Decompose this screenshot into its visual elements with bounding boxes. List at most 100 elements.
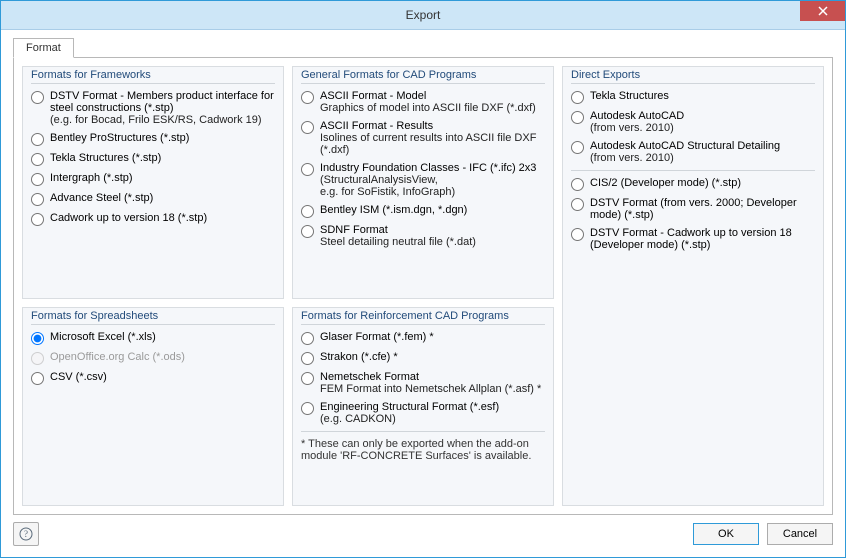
group-title-cad: General Formats for CAD Programs bbox=[301, 69, 545, 84]
radio-glaser[interactable]: Glaser Format (*.fem) * bbox=[301, 331, 545, 345]
radio-input[interactable] bbox=[571, 91, 584, 104]
radio-label: Tekla Structures (*.stp) bbox=[50, 152, 161, 164]
group-spreadsheets: Formats for Spreadsheets Microsoft Excel… bbox=[22, 307, 284, 507]
radio-dstv-2000[interactable]: DSTV Format (from vers. 2000; Developer … bbox=[571, 197, 815, 221]
radio-input[interactable] bbox=[571, 111, 584, 124]
radio-sublabel: (e.g. for Bocad, Frilo ESK/RS, Cadwork 1… bbox=[50, 114, 275, 126]
radio-label: Autodesk AutoCAD Structural Detailing bbox=[590, 140, 780, 152]
radio-sublabel: (from vers. 2010) bbox=[590, 122, 684, 134]
radio-label: Engineering Structural Format (*.esf) bbox=[320, 401, 499, 413]
radio-tekla-direct[interactable]: Tekla Structures bbox=[571, 90, 815, 104]
radio-sdnf[interactable]: SDNF Format Steel detailing neutral file… bbox=[301, 224, 545, 248]
radio-input[interactable] bbox=[31, 173, 44, 186]
radio-input[interactable] bbox=[31, 213, 44, 226]
radio-autocad-sd[interactable]: Autodesk AutoCAD Structural Detailing (f… bbox=[571, 140, 815, 164]
help-button[interactable]: ? bbox=[13, 522, 39, 546]
tab-format[interactable]: Format bbox=[13, 38, 74, 58]
cancel-button[interactable]: Cancel bbox=[767, 523, 833, 545]
radio-strakon[interactable]: Strakon (*.cfe) * bbox=[301, 351, 545, 365]
radio-label: Bentley ISM (*.ism.dgn, *.dgn) bbox=[320, 204, 467, 216]
radio-label: Bentley ProStructures (*.stp) bbox=[50, 132, 189, 144]
radio-input[interactable] bbox=[31, 153, 44, 166]
radio-cis2[interactable]: CIS/2 (Developer mode) (*.stp) bbox=[571, 177, 815, 191]
radio-input[interactable] bbox=[571, 178, 584, 191]
radio-label: ASCII Format - Results bbox=[320, 120, 545, 132]
close-button[interactable] bbox=[800, 1, 845, 21]
radio-input[interactable] bbox=[571, 228, 584, 241]
radio-label: SDNF Format bbox=[320, 224, 476, 236]
radio-label: Glaser Format (*.fem) * bbox=[320, 331, 434, 343]
radio-ascii-model[interactable]: ASCII Format - Model Graphics of model i… bbox=[301, 90, 545, 114]
group-title-direct: Direct Exports bbox=[571, 69, 815, 84]
radio-label: Autodesk AutoCAD bbox=[590, 110, 684, 122]
radio-input bbox=[31, 352, 44, 365]
radio-input[interactable] bbox=[571, 198, 584, 211]
radio-dstv-members[interactable]: DSTV Format - Members product interface … bbox=[31, 90, 275, 126]
radio-input[interactable] bbox=[301, 91, 314, 104]
group-reinforcement: Formats for Reinforcement CAD Programs G… bbox=[292, 307, 554, 507]
radio-label: DSTV Format - Members product interface … bbox=[50, 90, 275, 114]
radio-ifc[interactable]: Industry Foundation Classes - IFC (*.ifc… bbox=[301, 162, 545, 198]
window-title: Export bbox=[1, 1, 845, 29]
radio-label: DSTV Format (from vers. 2000; Developer … bbox=[590, 197, 815, 221]
radio-sublabel: (StructuralAnalysisView, e.g. for SoFist… bbox=[320, 174, 536, 198]
radio-sublabel: FEM Format into Nemetschek Allplan (*.as… bbox=[320, 383, 541, 395]
radio-openoffice: OpenOffice.org Calc (*.ods) bbox=[31, 351, 275, 365]
group-title-spreadsheets: Formats for Spreadsheets bbox=[31, 310, 275, 325]
radio-input[interactable] bbox=[301, 163, 314, 176]
radio-intergraph[interactable]: Intergraph (*.stp) bbox=[31, 172, 275, 186]
radio-label: CIS/2 (Developer mode) (*.stp) bbox=[590, 177, 741, 189]
radio-input[interactable] bbox=[301, 121, 314, 134]
radio-input[interactable] bbox=[301, 372, 314, 385]
radio-nemetschek[interactable]: Nemetschek Format FEM Format into Nemets… bbox=[301, 371, 545, 395]
help-icon: ? bbox=[19, 527, 33, 541]
radio-dstv-cadwork-dev[interactable]: DSTV Format - Cadwork up to version 18 (… bbox=[571, 227, 815, 251]
radio-label: OpenOffice.org Calc (*.ods) bbox=[50, 351, 185, 363]
group-title-reinforcement: Formats for Reinforcement CAD Programs bbox=[301, 310, 545, 325]
radio-csv[interactable]: CSV (*.csv) bbox=[31, 371, 275, 385]
radio-sublabel: Graphics of model into ASCII file DXF (*… bbox=[320, 102, 536, 114]
radio-esf[interactable]: Engineering Structural Format (*.esf) (e… bbox=[301, 401, 545, 425]
radio-bentley-prostructures[interactable]: Bentley ProStructures (*.stp) bbox=[31, 132, 275, 146]
client-area: Format Formats for Frameworks DSTV Forma… bbox=[1, 30, 845, 557]
export-dialog: Export Format Formats for Frameworks DST… bbox=[0, 0, 846, 558]
radio-label: Microsoft Excel (*.xls) bbox=[50, 331, 156, 343]
radio-input[interactable] bbox=[31, 133, 44, 146]
group-frameworks: Formats for Frameworks DSTV Format - Mem… bbox=[22, 66, 284, 299]
radio-label: Strakon (*.cfe) * bbox=[320, 351, 398, 363]
group-cad: General Formats for CAD Programs ASCII F… bbox=[292, 66, 554, 299]
close-icon bbox=[818, 6, 828, 16]
ok-button[interactable]: OK bbox=[693, 523, 759, 545]
radio-input[interactable] bbox=[571, 141, 584, 154]
radio-input[interactable] bbox=[31, 372, 44, 385]
radio-tekla-structures-stp[interactable]: Tekla Structures (*.stp) bbox=[31, 152, 275, 166]
radio-input[interactable] bbox=[301, 332, 314, 345]
radio-bentley-ism[interactable]: Bentley ISM (*.ism.dgn, *.dgn) bbox=[301, 204, 545, 218]
radio-sublabel: Steel detailing neutral file (*.dat) bbox=[320, 236, 476, 248]
radio-label: ASCII Format - Model bbox=[320, 90, 536, 102]
radio-label: Intergraph (*.stp) bbox=[50, 172, 133, 184]
radio-label: Advance Steel (*.stp) bbox=[50, 192, 153, 204]
radio-autocad[interactable]: Autodesk AutoCAD (from vers. 2010) bbox=[571, 110, 815, 134]
radio-input[interactable] bbox=[301, 352, 314, 365]
radio-sublabel: Isolines of current results into ASCII f… bbox=[320, 132, 545, 156]
radio-label: Industry Foundation Classes - IFC (*.ifc… bbox=[320, 162, 536, 174]
radio-input[interactable] bbox=[31, 332, 44, 345]
group-title-frameworks: Formats for Frameworks bbox=[31, 69, 275, 84]
reinforcement-footnote: * These can only be exported when the ad… bbox=[301, 431, 545, 462]
radio-cadwork-18[interactable]: Cadwork up to version 18 (*.stp) bbox=[31, 212, 275, 226]
radio-excel[interactable]: Microsoft Excel (*.xls) bbox=[31, 331, 275, 345]
radio-label: Nemetschek Format bbox=[320, 371, 541, 383]
tab-strip: Format bbox=[13, 38, 833, 58]
radio-dstv-members-input[interactable] bbox=[31, 91, 44, 104]
radio-input[interactable] bbox=[31, 193, 44, 206]
radio-input[interactable] bbox=[301, 205, 314, 218]
radio-ascii-results[interactable]: ASCII Format - Results Isolines of curre… bbox=[301, 120, 545, 156]
radio-input[interactable] bbox=[301, 225, 314, 238]
radio-label: DSTV Format - Cadwork up to version 18 (… bbox=[590, 227, 815, 251]
format-tab-body: Formats for Frameworks DSTV Format - Mem… bbox=[13, 57, 833, 515]
radio-sublabel: (from vers. 2010) bbox=[590, 152, 780, 164]
radio-input[interactable] bbox=[301, 402, 314, 415]
button-bar: ? OK Cancel bbox=[13, 515, 833, 553]
radio-advance-steel[interactable]: Advance Steel (*.stp) bbox=[31, 192, 275, 206]
